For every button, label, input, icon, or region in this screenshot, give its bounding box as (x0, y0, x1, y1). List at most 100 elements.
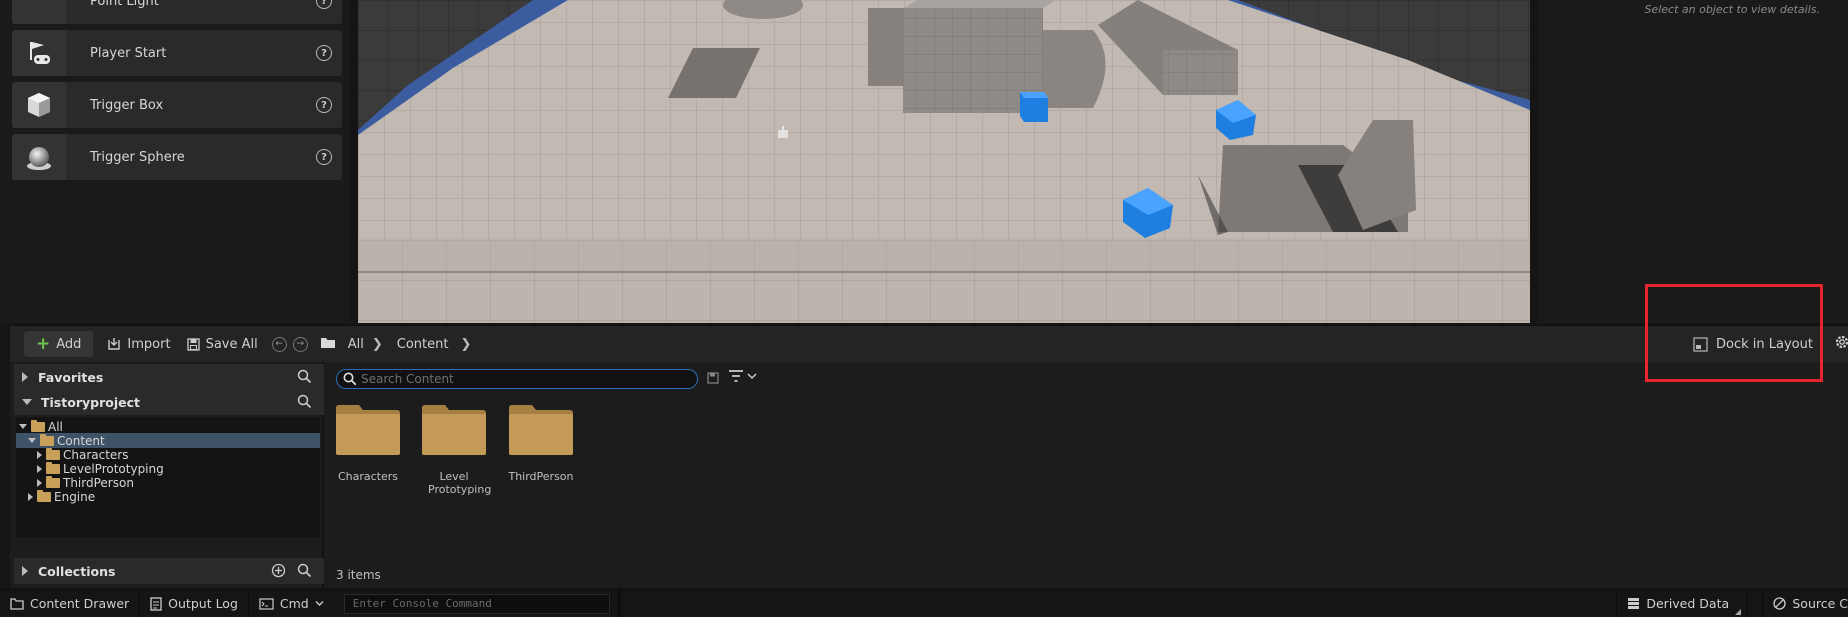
favorites-header[interactable]: Favorites (14, 364, 324, 390)
chevron-right-icon (37, 478, 42, 487)
project-label: Tistoryproject (41, 394, 140, 410)
add-button[interactable]: + Add (24, 331, 94, 357)
tree-item-content[interactable]: Content (16, 433, 320, 448)
tree-item-label: Engine (54, 489, 96, 504)
tree-item-engine[interactable]: Engine (16, 489, 320, 504)
actor-label: Player Start (90, 45, 167, 61)
level-viewport[interactable] (358, 0, 1530, 323)
details-hint: Select an object to view details. (1644, 3, 1820, 16)
dock-label: Dock in Layout (1716, 336, 1813, 352)
blue-cube (1020, 92, 1048, 122)
help-icon[interactable]: ? (316, 0, 332, 9)
derived-data-button[interactable]: Derived Data (1616, 589, 1749, 617)
tree-item-label: All (48, 419, 63, 434)
terminal-icon (259, 597, 274, 610)
tree-item-levelprototyping[interactable]: LevelPrototyping (16, 461, 320, 476)
cmd-label: Cmd (279, 596, 309, 611)
filter-icon[interactable] (728, 370, 757, 382)
chevron-right-icon (37, 464, 42, 473)
save-search-icon[interactable] (707, 372, 719, 388)
folder-tree: All Content Characters LevelPrototyping (16, 417, 320, 537)
plus-icon: + (36, 333, 51, 354)
help-icon[interactable]: ? (316, 149, 332, 165)
source-control-label: Source C (1792, 596, 1848, 611)
actor-label: Trigger Box (90, 97, 164, 113)
asset-folder-thirdperson[interactable]: ThirdPerson (505, 404, 577, 483)
back-arrow-icon[interactable]: ← (271, 336, 287, 352)
content-drawer-icon (10, 598, 24, 610)
output-log-button[interactable]: Output Log (140, 589, 249, 617)
chevron-down-icon (19, 424, 27, 429)
add-collection-icon[interactable] (271, 563, 286, 581)
actor-label: Point Light (90, 0, 159, 9)
tree-item-label: LevelPrototyping (63, 461, 164, 476)
actor-item-player-start[interactable]: Player Start ? (12, 30, 342, 76)
chevron-right-icon[interactable]: ❯ (460, 337, 471, 352)
import-label: Import (127, 336, 171, 352)
breadcrumb-all[interactable]: All (348, 337, 364, 352)
content-drawer: + Add Import Save All ← → All ❯ Content … (10, 325, 1848, 588)
project-header[interactable]: Tistoryproject (14, 389, 324, 415)
asset-name: Level Prototyping (428, 470, 492, 496)
asset-view: Characters Level Prototyping ThirdPerson… (326, 362, 1848, 588)
gear-icon[interactable] (1833, 333, 1848, 355)
tree-item-label: Characters (63, 447, 129, 462)
dock-layout-icon (1693, 336, 1708, 352)
console-command-input[interactable] (343, 593, 610, 614)
help-icon[interactable]: ? (316, 97, 332, 113)
actor-item-trigger-box[interactable]: Trigger Box ? (12, 82, 342, 128)
content-drawer-button[interactable]: Content Drawer (0, 589, 141, 617)
tree-item-characters[interactable]: Characters (16, 447, 320, 462)
cube-icon (12, 82, 66, 128)
tree-item-label: ThirdPerson (63, 475, 134, 490)
folder-icon (31, 419, 45, 432)
tree-item-all[interactable]: All (16, 419, 320, 434)
sources-panel: Favorites Tistoryproject All Content Cha… (10, 362, 324, 588)
save-all-button[interactable]: Save All (179, 331, 266, 357)
search-icon[interactable] (297, 394, 312, 412)
cmd-dropdown[interactable]: Cmd (249, 590, 334, 617)
save-all-label: Save All (205, 336, 258, 352)
folder-icon (37, 489, 51, 502)
asset-folder-level-prototyping[interactable]: Level Prototyping (418, 404, 492, 496)
forward-arrow-icon[interactable]: → (292, 336, 308, 352)
folder-icon (335, 404, 401, 456)
search-icon[interactable] (297, 563, 312, 581)
chevron-right-icon (28, 492, 33, 501)
corner-resize-icon (1735, 608, 1742, 615)
folder-icon[interactable] (320, 336, 336, 353)
folder-icon (508, 404, 574, 456)
chevron-down-icon (28, 438, 36, 443)
folder-icon (421, 404, 487, 456)
viewport-scene (358, 0, 1530, 323)
search-input[interactable] (357, 370, 697, 388)
actor-item-trigger-sphere[interactable]: Trigger Sphere ? (12, 134, 342, 180)
chevron-right-icon[interactable]: ❯ (372, 337, 383, 352)
import-button[interactable]: Import (99, 331, 178, 357)
folder-icon (46, 475, 60, 488)
item-count: 3 items (336, 568, 381, 582)
import-icon (108, 338, 121, 350)
collections-header[interactable]: Collections (14, 558, 324, 584)
actor-item-point-light[interactable]: Point Light ? (12, 0, 342, 24)
chevron-right-icon (22, 566, 28, 576)
search-box[interactable] (336, 369, 698, 389)
content-drawer-label: Content Drawer (30, 596, 130, 611)
search-icon[interactable] (297, 369, 312, 387)
dock-in-layout-button[interactable]: Dock in Layout (1693, 331, 1813, 357)
chevron-down-icon (747, 373, 757, 380)
details-panel: Select an object to view details. (1538, 0, 1848, 323)
asset-folder-characters[interactable]: Characters (332, 404, 404, 483)
add-label: Add (56, 336, 82, 352)
flag-gamepad-icon (12, 30, 66, 76)
actor-label: Trigger Sphere (90, 149, 185, 165)
folder-icon (46, 461, 60, 474)
chevron-down-icon (315, 601, 324, 606)
chevron-right-icon (22, 372, 28, 382)
help-icon[interactable]: ? (316, 45, 332, 61)
folder-icon (46, 447, 60, 460)
tree-item-thirdperson[interactable]: ThirdPerson (16, 475, 320, 490)
source-control-button[interactable]: Source C (1762, 589, 1848, 617)
sphere-icon (12, 134, 66, 180)
breadcrumb-content[interactable]: Content (397, 337, 449, 352)
